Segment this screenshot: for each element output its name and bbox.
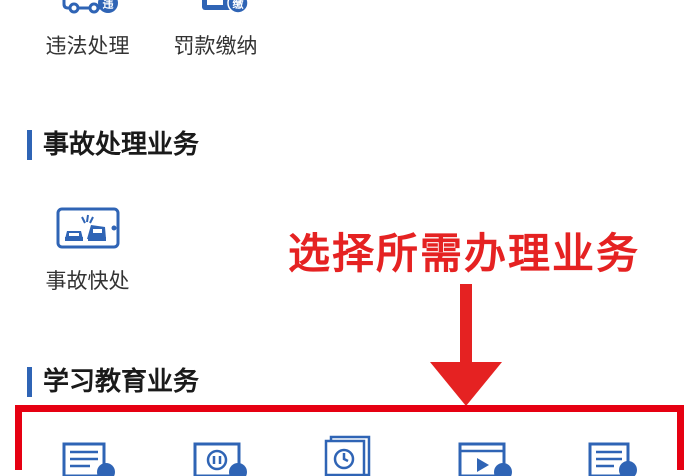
annotation-text: 选择所需办理业务 [288, 229, 641, 278]
accident-quick-handling-tile[interactable]: 事故快处 [30, 205, 145, 295]
accident-quick-handling-label: 事故快处 [45, 269, 130, 293]
annotation-arrow-icon [428, 284, 504, 408]
payment-badge-text: 缴 [233, 0, 245, 11]
violation-badge-text: 违 [103, 0, 114, 11]
video-play-icon [457, 440, 517, 476]
accident-quick-handling-icon [55, 205, 121, 253]
education-tile-pause[interactable] [192, 440, 252, 476]
document-icon [60, 440, 120, 476]
education-tile-video[interactable] [457, 440, 517, 476]
violation-services-row: 违 违法处理 缴 罚款缴纳 [0, 0, 700, 70]
education-tile-exam[interactable] [586, 440, 646, 476]
pause-screen-icon [192, 440, 252, 476]
education-section-bar [27, 367, 32, 397]
clock-document-icon [323, 435, 383, 476]
fine-payment-tile[interactable]: 缴 罚款缴纳 [158, 0, 273, 62]
exam-document-icon [586, 440, 646, 476]
education-section-title: 学习教育业务 [43, 367, 200, 397]
traffic-violation-label: 违法处理 [45, 34, 130, 58]
fine-payment-label: 罚款缴纳 [173, 34, 258, 58]
accident-section-bar [27, 130, 32, 160]
education-tile-document[interactable] [60, 440, 120, 476]
traffic-violation-tile[interactable]: 违 违法处理 [30, 0, 145, 62]
traffic-violation-icon: 违 [58, 0, 120, 22]
accident-section-title: 事故处理业务 [43, 130, 200, 160]
fine-payment-icon: 缴 [198, 0, 260, 22]
education-tile-clock[interactable] [323, 435, 383, 476]
